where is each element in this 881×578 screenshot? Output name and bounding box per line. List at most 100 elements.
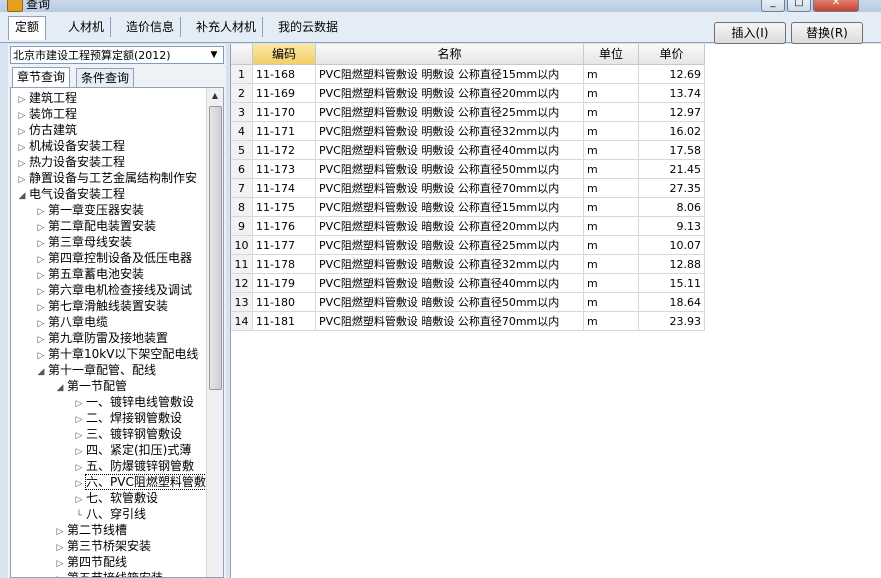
maximize-button[interactable]: □ <box>787 0 811 12</box>
tree-node[interactable]: ▷ 第八章电缆 <box>34 314 108 330</box>
name-cell[interactable]: PVC阻燃塑料管敷设 暗敷设 公称直径20mm以内 <box>316 217 584 236</box>
row-number-cell[interactable]: 6 <box>231 160 253 179</box>
price-cell[interactable]: 17.58 <box>639 141 705 160</box>
chapter-tree[interactable]: ▷ 建筑工程 ▷ 装饰工程 ▷ 仿古建筑 ▷ 机械设备安装工程 ▷ 热力设备安装工程 ▷ 静置设备与工… <box>10 87 224 578</box>
name-cell[interactable]: PVC阻燃塑料管敷设 暗敷设 公称直径40mm以内 <box>316 274 584 293</box>
unit-cell[interactable]: m <box>584 198 639 217</box>
price-cell[interactable]: 13.74 <box>639 84 705 103</box>
expanded-triangle-icon[interactable]: ◢ <box>53 380 67 396</box>
tree-node[interactable]: └ 八、穿引线 <box>72 506 146 522</box>
price-cell[interactable]: 12.88 <box>639 255 705 274</box>
tree-node[interactable]: ▷ 第二节线槽 <box>53 522 127 538</box>
code-cell[interactable]: 11-181 <box>253 312 316 331</box>
row-number-cell[interactable]: 5 <box>231 141 253 160</box>
scroll-up-arrow-icon[interactable]: ▲ <box>207 88 223 104</box>
row-number-cell[interactable]: 9 <box>231 217 253 236</box>
name-cell[interactable]: PVC阻燃塑料管敷设 暗敷设 公称直径70mm以内 <box>316 312 584 331</box>
tree-node[interactable]: ▷ 装饰工程 <box>15 106 77 122</box>
price-cell[interactable]: 9.13 <box>639 217 705 236</box>
row-number-cell[interactable]: 10 <box>231 236 253 255</box>
name-cell[interactable]: PVC阻燃塑料管敷设 明敷设 公称直径40mm以内 <box>316 141 584 160</box>
name-cell[interactable]: PVC阻燃塑料管敷设 明敷设 公称直径32mm以内 <box>316 122 584 141</box>
tree-node[interactable]: ▷ 第一章变压器安装 <box>34 202 144 218</box>
row-number-cell[interactable]: 13 <box>231 293 253 312</box>
unit-cell[interactable]: m <box>584 122 639 141</box>
unit-cell[interactable]: m <box>584 236 639 255</box>
name-cell[interactable]: PVC阻燃塑料管敷设 明敷设 公称直径70mm以内 <box>316 179 584 198</box>
tree-node[interactable]: ▷ 第四章控制设备及低压电器 <box>34 250 192 266</box>
code-cell[interactable]: 11-179 <box>253 274 316 293</box>
scrollbar-thumb[interactable] <box>209 106 222 390</box>
tree-node[interactable]: ▷ 三、镀锌钢管敷设 <box>72 426 182 442</box>
tree-node[interactable]: ▷ 四、紧定(扣压)式薄 <box>72 442 192 458</box>
tree-node[interactable]: ▷ 机械设备安装工程 <box>15 138 125 154</box>
tree-node[interactable]: ▷ 热力设备安装工程 <box>15 154 125 170</box>
header-name[interactable]: 名称 <box>316 44 584 65</box>
tab-my-cloud-data[interactable]: 我的云数据 <box>272 17 344 37</box>
code-cell[interactable]: 11-175 <box>253 198 316 217</box>
code-cell[interactable]: 11-180 <box>253 293 316 312</box>
insert-button[interactable]: 插入(I) <box>714 22 786 44</box>
code-cell[interactable]: 11-168 <box>253 65 316 84</box>
row-number-cell[interactable]: 14 <box>231 312 253 331</box>
code-cell[interactable]: 11-170 <box>253 103 316 122</box>
tree-node[interactable]: ▷ 静置设备与工艺金属结构制作安 <box>15 170 197 186</box>
tree-node[interactable]: ◢ 电气设备安装工程 <box>15 186 125 202</box>
tree-node[interactable]: ◢ 第十一章配管、配线 <box>34 362 156 378</box>
row-number-cell[interactable]: 1 <box>231 65 253 84</box>
tree-node[interactable]: ▷第五节接线箱安装 <box>53 570 163 577</box>
subtab-condition-query[interactable]: 条件查询 <box>76 68 135 88</box>
tree-node[interactable]: ▷ 第三节桥架安装 <box>53 538 151 554</box>
price-cell[interactable]: 8.06 <box>639 198 705 217</box>
name-cell[interactable]: PVC阻燃塑料管敷设 明敷设 公称直径25mm以内 <box>316 103 584 122</box>
tree-node[interactable]: ▷ 第七章滑触线装置安装 <box>34 298 168 314</box>
code-cell[interactable]: 11-174 <box>253 179 316 198</box>
name-cell[interactable]: PVC阻燃塑料管敷设 暗敷设 公称直径32mm以内 <box>316 255 584 274</box>
row-number-cell[interactable]: 8 <box>231 198 253 217</box>
tree-node[interactable]: ▷ 五、防爆镀锌钢管敷 <box>72 458 194 474</box>
tree-node[interactable]: ▷ 第五章蓄电池安装 <box>34 266 144 282</box>
tree-node[interactable]: ▷ 第六章电机检查接线及调试 <box>34 282 192 298</box>
code-cell[interactable]: 11-171 <box>253 122 316 141</box>
tab-supplementary[interactable]: 补充人材机 <box>190 17 264 37</box>
chevron-down-icon[interactable]: ▼ <box>207 48 221 62</box>
tree-node[interactable]: ▷ 七、软管敷设 <box>72 490 158 506</box>
unit-cell[interactable]: m <box>584 312 639 331</box>
collapsed-triangle-icon[interactable]: ▷ <box>53 572 67 577</box>
name-cell[interactable]: PVC阻燃塑料管敷设 明敷设 公称直径15mm以内 <box>316 65 584 84</box>
code-cell[interactable]: 11-173 <box>253 160 316 179</box>
price-cell[interactable]: 23.93 <box>639 312 705 331</box>
row-number-cell[interactable]: 12 <box>231 274 253 293</box>
unit-cell[interactable]: m <box>584 103 639 122</box>
minimize-button[interactable]: _ <box>761 0 785 12</box>
tab-quota[interactable]: 定额 <box>8 16 47 40</box>
row-number-cell[interactable]: 7 <box>231 179 253 198</box>
tree-node[interactable]: ▷ 一、镀锌电线管敷设 <box>72 394 194 410</box>
name-cell[interactable]: PVC阻燃塑料管敷设 暗敷设 公称直径15mm以内 <box>316 198 584 217</box>
tree-node[interactable]: ▷ 仿古建筑 <box>15 122 77 138</box>
header-unit-price[interactable]: 单价 <box>639 44 705 65</box>
row-number-cell[interactable]: 11 <box>231 255 253 274</box>
unit-cell[interactable]: m <box>584 84 639 103</box>
name-cell[interactable]: PVC阻燃塑料管敷设 暗敷设 公称直径25mm以内 <box>316 236 584 255</box>
tab-labor-material-machine[interactable]: 人材机 <box>62 17 112 37</box>
name-cell[interactable]: PVC阻燃塑料管敷设 明敷设 公称直径50mm以内 <box>316 160 584 179</box>
tree-node[interactable]: ▷ 第三章母线安装 <box>34 234 132 250</box>
tab-cost-info[interactable]: 造价信息 <box>120 17 182 37</box>
replace-button[interactable]: 替换(R) <box>791 22 863 44</box>
code-cell[interactable]: 11-176 <box>253 217 316 236</box>
header-code[interactable]: 编码 <box>253 44 316 65</box>
code-cell[interactable]: 11-172 <box>253 141 316 160</box>
subtab-chapter-query[interactable]: 章节查询 <box>12 67 71 89</box>
unit-cell[interactable]: m <box>584 255 639 274</box>
price-cell[interactable]: 18.64 <box>639 293 705 312</box>
tree-node[interactable]: ▷ 六、PVC阻燃塑料管敷 <box>72 474 207 490</box>
price-cell[interactable]: 16.02 <box>639 122 705 141</box>
name-cell[interactable]: PVC阻燃塑料管敷设 暗敷设 公称直径50mm以内 <box>316 293 584 312</box>
tree-node[interactable]: ▷ 建筑工程 <box>15 90 77 106</box>
unit-cell[interactable]: m <box>584 65 639 84</box>
price-cell[interactable]: 10.07 <box>639 236 705 255</box>
row-number-cell[interactable]: 2 <box>231 84 253 103</box>
tree-node[interactable]: ◢ 第一节配管 <box>53 378 127 394</box>
unit-cell[interactable]: m <box>584 293 639 312</box>
